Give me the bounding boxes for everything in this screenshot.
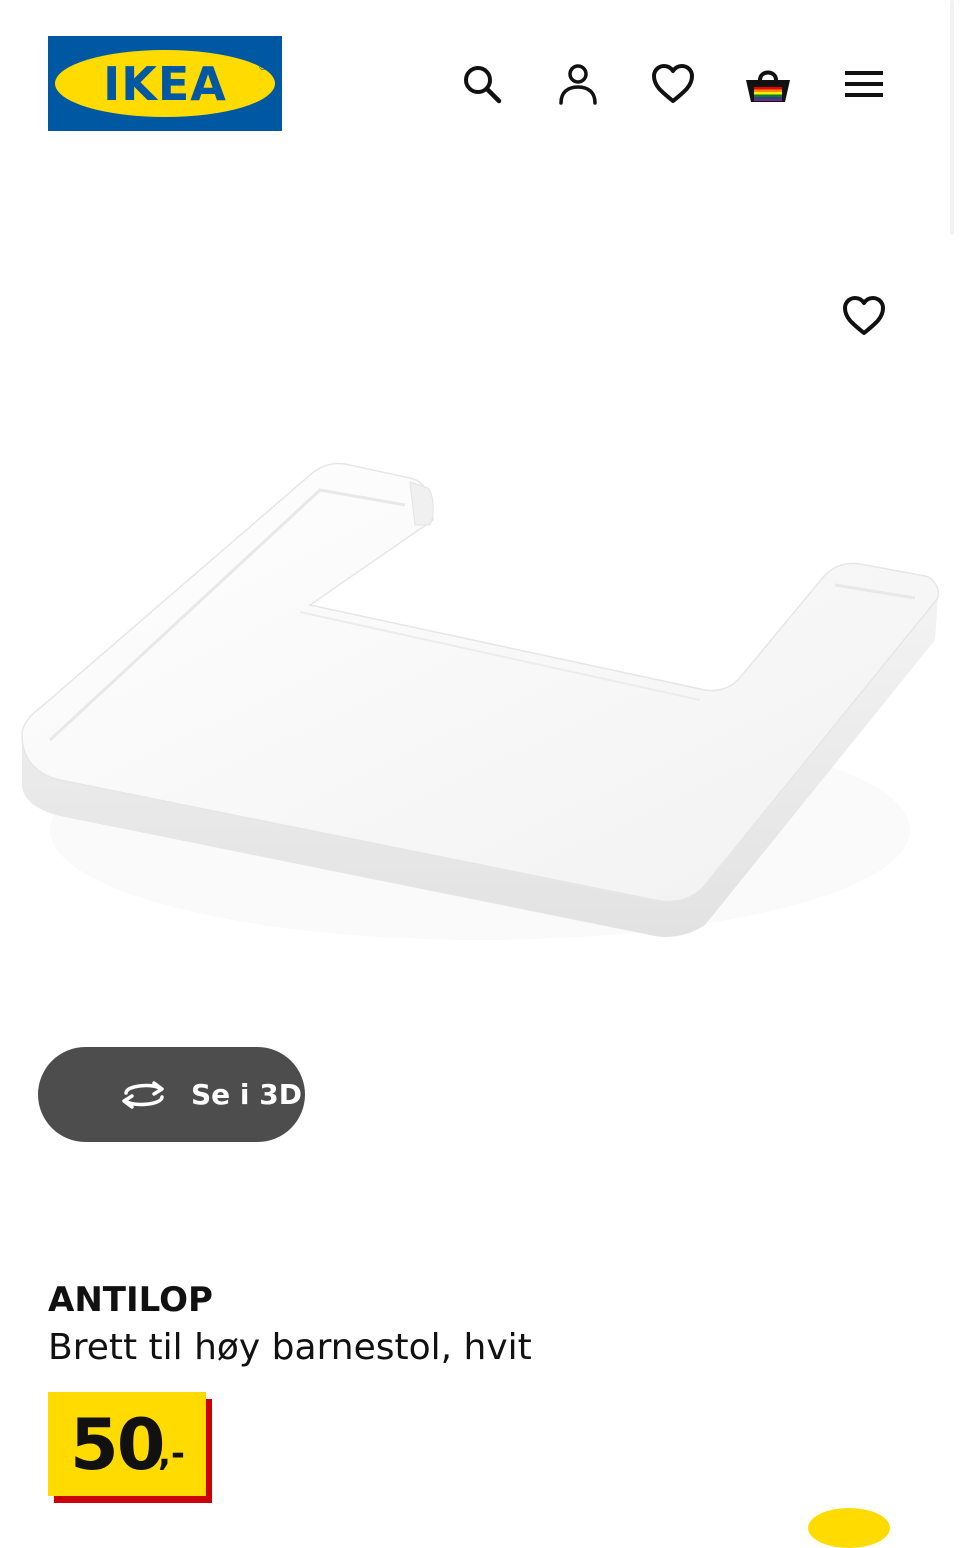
menu-button[interactable] bbox=[836, 56, 892, 112]
price-integer: 50 bbox=[70, 1404, 165, 1486]
heart-icon bbox=[652, 64, 694, 103]
account-button[interactable] bbox=[550, 56, 606, 112]
account-icon bbox=[559, 64, 597, 105]
heart-icon bbox=[843, 296, 885, 335]
site-header: IKEA ® bbox=[0, 0, 960, 235]
price-tag: 50 ,- bbox=[48, 1392, 214, 1504]
menu-icon bbox=[845, 71, 883, 97]
product-image[interactable] bbox=[0, 400, 960, 960]
product-description: Brett til høy barnestol, hvit bbox=[48, 1327, 532, 1368]
price-suffix: ,- bbox=[158, 1434, 186, 1474]
product-name[interactable]: ANTILOP bbox=[48, 1280, 213, 1320]
price-tag-box: 50 ,- bbox=[48, 1392, 206, 1496]
page-scrollbar[interactable] bbox=[950, 0, 954, 235]
floating-action-button[interactable] bbox=[808, 1508, 890, 1548]
favourites-button[interactable] bbox=[645, 56, 701, 112]
basket-icon bbox=[746, 70, 790, 102]
search-icon bbox=[464, 66, 502, 104]
see-in-3d-button[interactable]: Se i 3D bbox=[38, 1047, 305, 1142]
add-to-favourites-button[interactable] bbox=[836, 288, 892, 344]
basket-button[interactable] bbox=[740, 56, 796, 112]
search-button[interactable] bbox=[454, 56, 510, 112]
see-in-3d-label: Se i 3D bbox=[191, 1078, 302, 1111]
ikea-logo[interactable]: IKEA ® bbox=[48, 36, 282, 131]
logo-registered-mark: ® bbox=[258, 62, 268, 73]
logo-text: IKEA bbox=[103, 56, 227, 111]
rotate-3d-icon bbox=[122, 1081, 164, 1109]
